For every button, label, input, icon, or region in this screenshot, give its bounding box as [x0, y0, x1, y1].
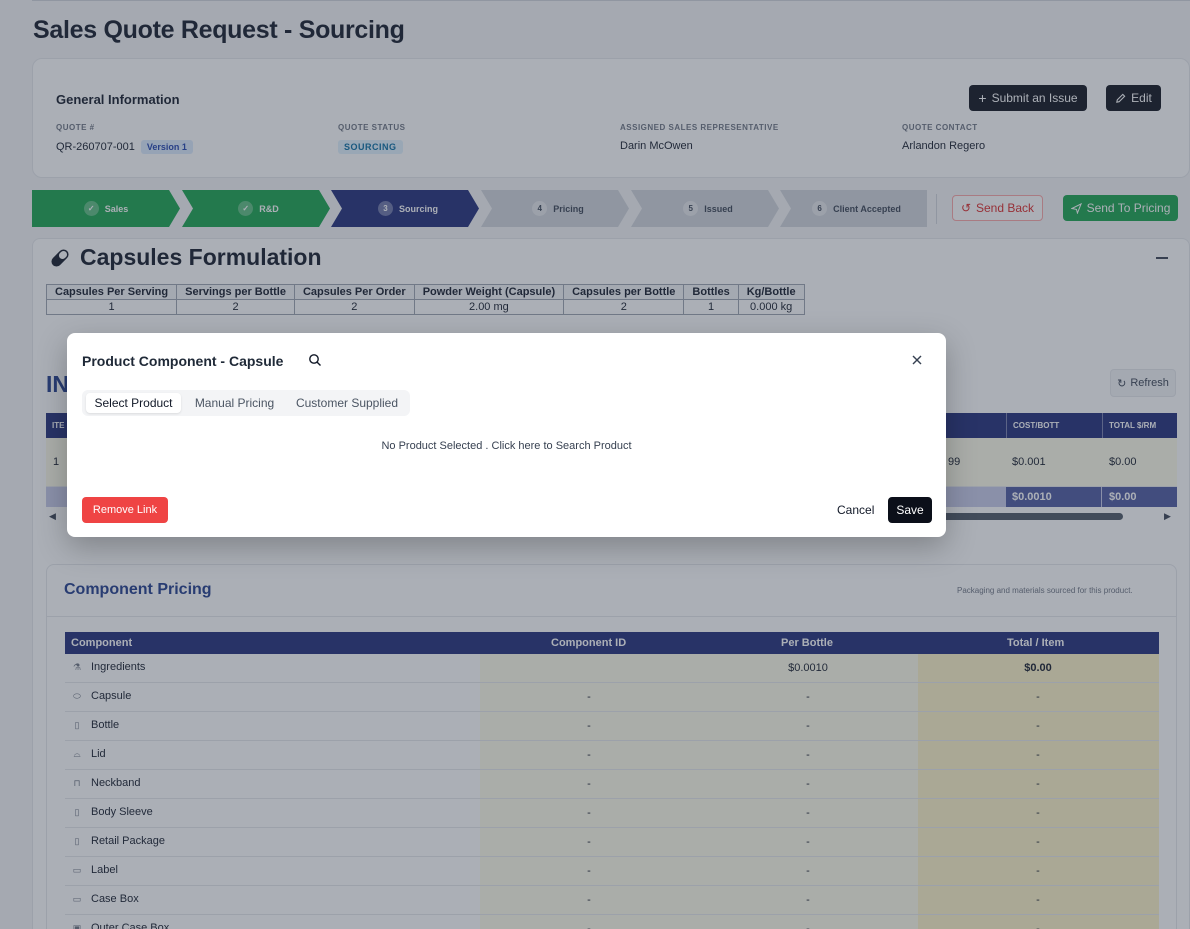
cancel-button[interactable]: Cancel	[837, 497, 874, 523]
modal-title: Product Component - Capsule	[82, 353, 284, 369]
search-product-link[interactable]: No Product Selected . Click here to Sear…	[67, 440, 946, 452]
save-button[interactable]: Save	[888, 497, 932, 523]
tab-manual-pricing[interactable]: Manual Pricing	[187, 393, 282, 413]
close-icon[interactable]	[910, 353, 924, 367]
product-component-modal: Product Component - Capsule Select Produ…	[67, 333, 946, 537]
remove-link-button[interactable]: Remove Link	[82, 497, 168, 523]
modal-tabs: Select Product Manual Pricing Customer S…	[82, 390, 410, 416]
tab-customer-supplied[interactable]: Customer Supplied	[289, 393, 405, 413]
search-icon[interactable]	[308, 353, 322, 367]
tab-select-product[interactable]: Select Product	[86, 393, 181, 413]
page: Sales Quote Request - Sourcing General I…	[0, 0, 1190, 929]
